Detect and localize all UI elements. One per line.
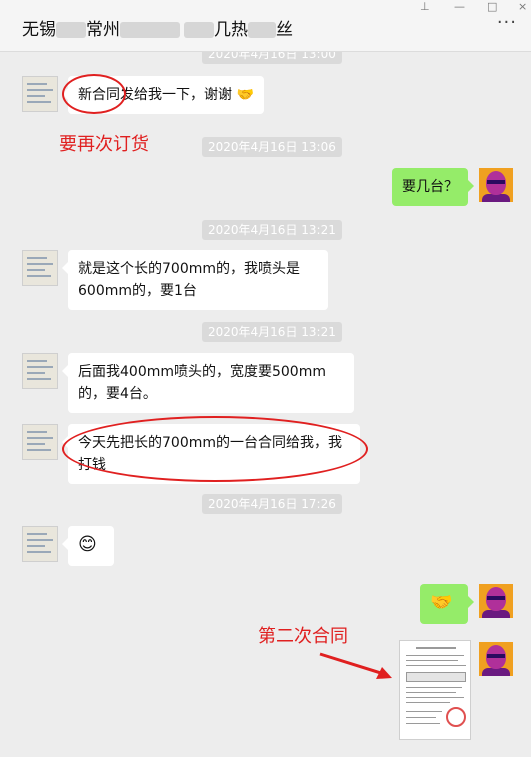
redacted-block bbox=[56, 22, 86, 38]
annotation-reorder: 要再次订货 bbox=[59, 134, 149, 155]
timestamp: 2020年4月16日 13:21 bbox=[202, 220, 342, 240]
message-text: 就是这个长的700mm的，我喷头是600mm的，要1台 bbox=[78, 261, 300, 299]
message-bubble[interactable]: 后面我400mm喷头的，宽度要500mm的，要4台。 bbox=[62, 353, 354, 413]
title-part: 几热 bbox=[214, 20, 248, 40]
avatar[interactable] bbox=[22, 353, 58, 389]
contract-document-image[interactable] bbox=[399, 640, 471, 740]
more-icon[interactable]: ··· bbox=[497, 12, 517, 33]
highlight-circle bbox=[62, 74, 126, 114]
message-text: 要几台？ bbox=[402, 179, 458, 195]
avatar[interactable] bbox=[22, 250, 58, 286]
redacted-block bbox=[120, 22, 180, 38]
highlight-ellipse bbox=[62, 416, 368, 482]
redacted-block bbox=[248, 22, 276, 38]
close-icon[interactable]: × bbox=[518, 0, 527, 13]
title-part: 常州 bbox=[86, 20, 120, 40]
title-part: 丝 bbox=[276, 20, 293, 40]
arrow-icon bbox=[319, 652, 392, 679]
timestamp: 2020年4月16日 13:06 bbox=[202, 137, 342, 157]
avatar[interactable] bbox=[479, 168, 513, 202]
avatar[interactable] bbox=[479, 642, 513, 676]
message-text: 后面我400mm喷头的，宽度要500mm的，要4台。 bbox=[78, 364, 326, 402]
annotation-second-contract: 第二次合同 bbox=[258, 626, 348, 647]
pin-icon[interactable]: ⊥ bbox=[420, 0, 430, 13]
message-bubble[interactable]: 🤝 bbox=[420, 584, 474, 624]
timestamp: 2020年4月16日 13:21 bbox=[202, 322, 342, 342]
message-bubble[interactable]: 要几台？ bbox=[392, 168, 474, 206]
smile-emoji: 😊 bbox=[78, 534, 97, 555]
title-bar: 无锡 常州 几热丝 ⊥ — □ × ··· bbox=[0, 0, 531, 52]
title-part: 无锡 bbox=[22, 20, 56, 40]
minimize-icon[interactable]: — bbox=[454, 0, 465, 13]
message-bubble[interactable]: 就是这个长的700mm的，我喷头是600mm的，要1台 bbox=[62, 250, 328, 310]
avatar[interactable] bbox=[22, 526, 58, 562]
message-bubble[interactable]: 😊 bbox=[62, 526, 114, 566]
avatar[interactable] bbox=[22, 424, 58, 460]
chat-title: 无锡 常州 几热 丝 bbox=[22, 15, 293, 40]
timestamp: 2020年4月16日 17:26 bbox=[202, 494, 342, 514]
avatar[interactable] bbox=[479, 584, 513, 618]
avatar[interactable] bbox=[22, 76, 58, 112]
handshake-emoji: 🤝 bbox=[430, 592, 453, 613]
redacted-block bbox=[184, 22, 214, 38]
